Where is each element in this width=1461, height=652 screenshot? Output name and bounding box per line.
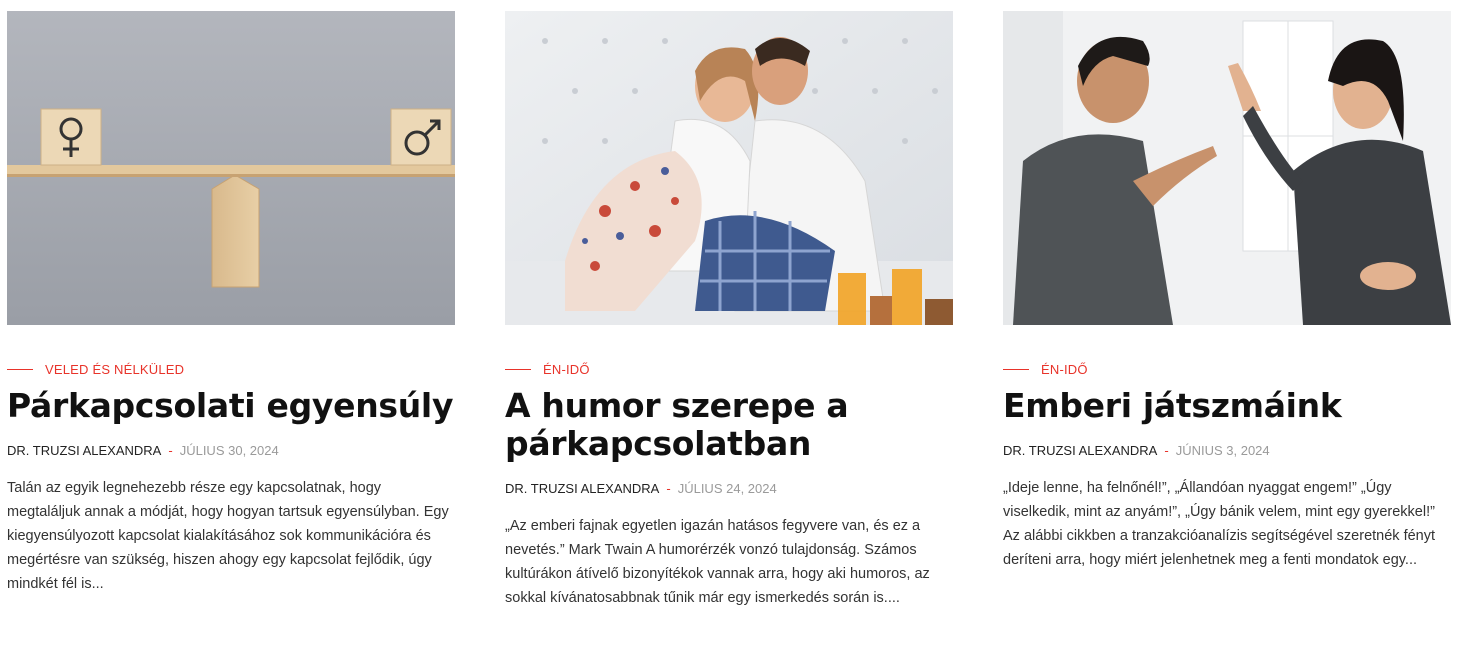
category-label: VELED ÉS NÉLKÜLED: [45, 361, 185, 377]
post-author[interactable]: DR. TRUZSI ALEXANDRA: [7, 443, 161, 458]
post-date: JÚNIUS 3, 2024: [1175, 442, 1270, 458]
category-dash: [1003, 368, 1029, 370]
post-meta: DR. TRUZSI ALEXANDRA - JÚNIUS 3, 2024: [1003, 442, 1451, 458]
post-author[interactable]: DR. TRUZSI ALEXANDRA: [1003, 443, 1157, 458]
post-excerpt: „Ideje lenne, ha felnőnél!”, „Állandóan …: [1003, 480, 1436, 568]
category-label: ÉN-IDŐ: [543, 361, 590, 377]
balance-scale-gender-blocks-image: [7, 11, 455, 325]
post-author[interactable]: DR. TRUZSI ALEXANDRA: [505, 481, 659, 496]
category-dash: [505, 368, 531, 370]
post-title[interactable]: Emberi játszmáink: [1003, 387, 1451, 425]
meta-separator: -: [666, 480, 671, 496]
laughing-couple-in-bed-image: [505, 11, 953, 325]
post-meta: DR. TRUZSI ALEXANDRA - JÚLIUS 24, 2024: [505, 480, 953, 496]
post-date: JÚLIUS 30, 2024: [179, 442, 279, 458]
post-category[interactable]: ÉN-IDŐ: [505, 361, 953, 377]
arguing-couple-pointing-image: [1003, 11, 1451, 325]
post-thumbnail[interactable]: [505, 11, 953, 325]
post-title[interactable]: A humor szerepe a párkapcsolatban: [505, 387, 953, 463]
post-card: VELED ÉS NÉLKÜLED Párkapcsolati egyensúl…: [7, 11, 455, 596]
post-card: ÉN-IDŐ A humor szerepe a párkapcsolatban…: [505, 11, 953, 610]
post-date: JÚLIUS 24, 2024: [677, 480, 777, 496]
meta-separator: -: [1164, 442, 1169, 458]
meta-separator: -: [168, 442, 173, 458]
post-card: ÉN-IDŐ Emberi játszmáink DR. TRUZSI ALEX…: [1003, 11, 1451, 572]
post-thumbnail[interactable]: [7, 11, 455, 325]
post-meta: DR. TRUZSI ALEXANDRA - JÚLIUS 30, 2024: [7, 442, 455, 458]
post-category[interactable]: VELED ÉS NÉLKÜLED: [7, 361, 455, 377]
post-thumbnail[interactable]: [1003, 11, 1451, 325]
post-category[interactable]: ÉN-IDŐ: [1003, 361, 1451, 377]
post-title[interactable]: Párkapcsolati egyensúly: [7, 387, 455, 425]
category-label: ÉN-IDŐ: [1041, 361, 1088, 377]
category-dash: [7, 368, 33, 370]
post-excerpt: Talán az egyik legnehezebb része egy kap…: [7, 480, 449, 592]
post-excerpt: „Az emberi fajnak egyetlen igazán hatáso…: [505, 518, 930, 606]
